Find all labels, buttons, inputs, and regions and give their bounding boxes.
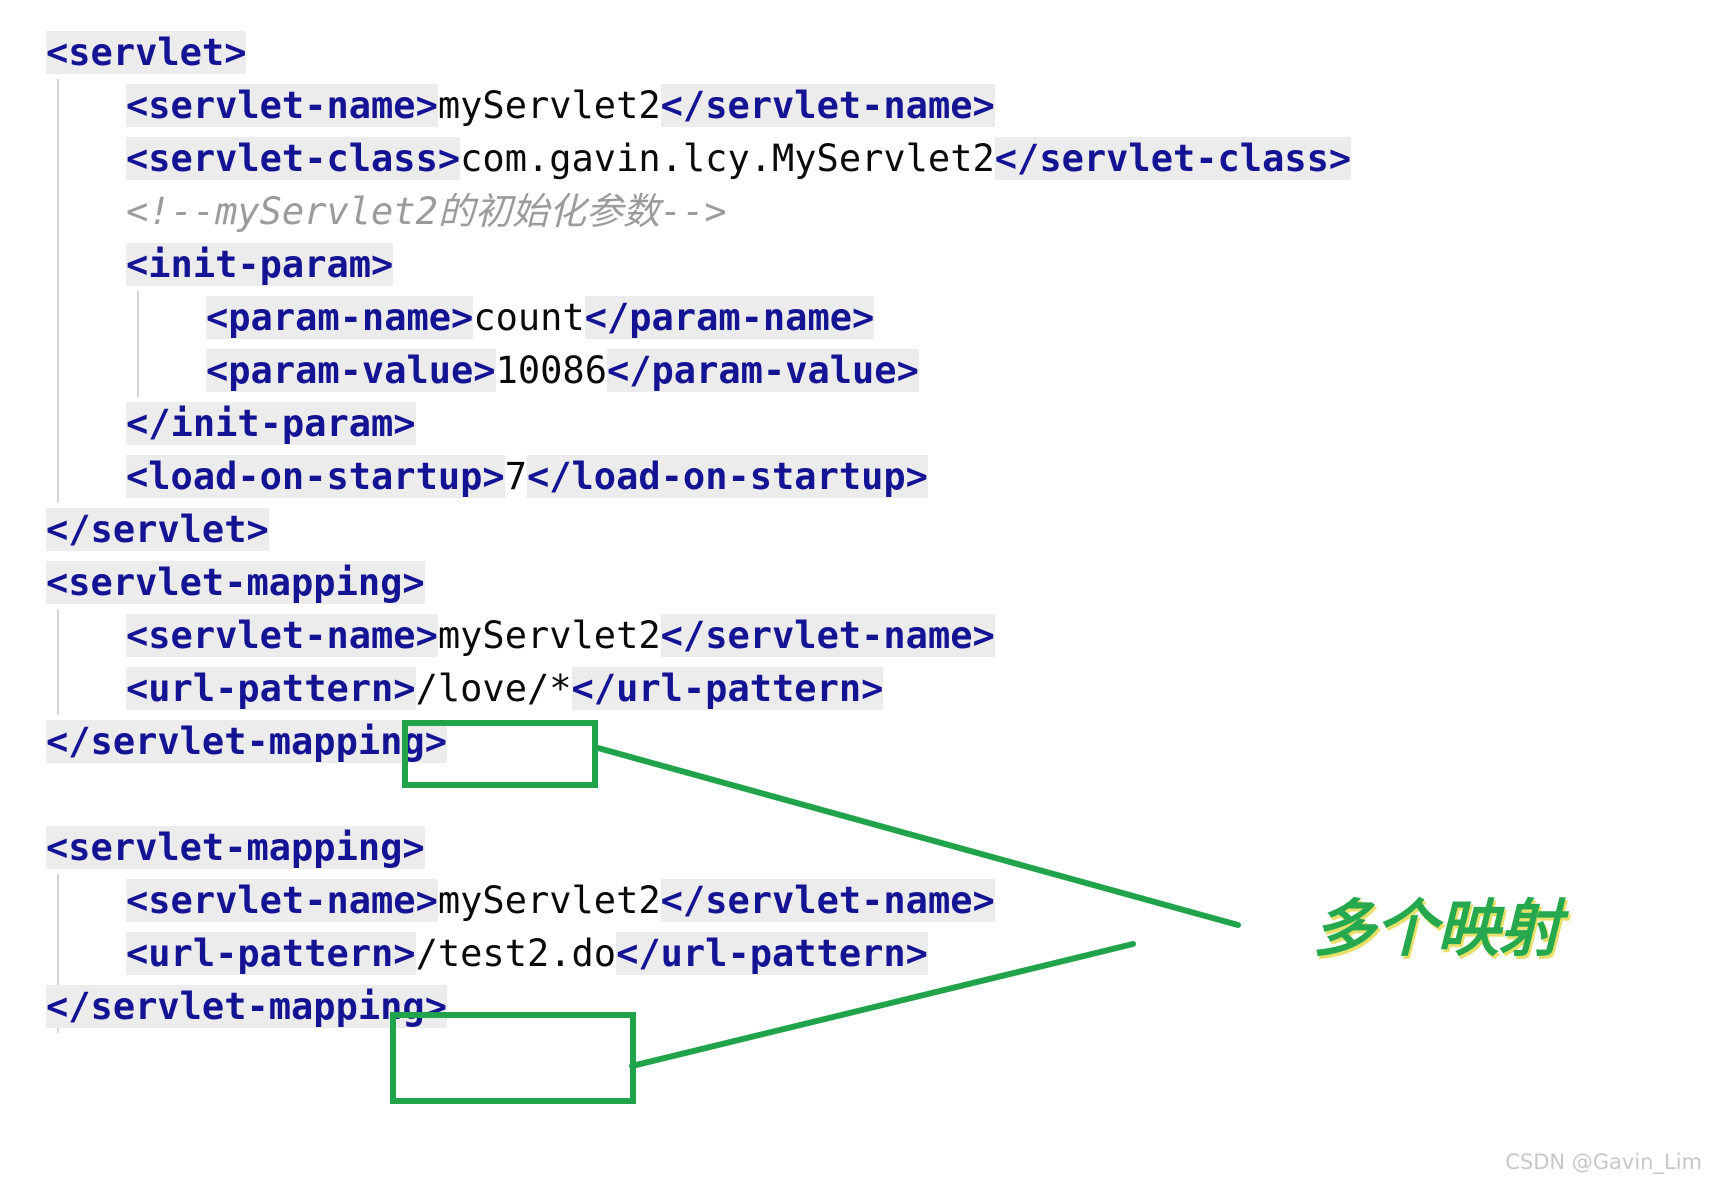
code-line: </servlet>	[46, 503, 269, 556]
code-line: <servlet>	[46, 26, 247, 79]
code-line: <load-on-startup>7</load-on-startup>	[126, 450, 928, 503]
callout-multiple-mappings: 多个映射	[1313, 892, 1562, 965]
code-token-val: myServlet2	[437, 614, 661, 657]
code-token-val: myServlet2	[437, 84, 661, 127]
code-line: <url-pattern>/love/*</url-pattern>	[126, 662, 884, 715]
code-line: <servlet-mapping>	[46, 556, 425, 609]
code-line: <servlet-name>myServlet2</servlet-name>	[126, 874, 995, 927]
code-line: <init-param>	[126, 238, 394, 291]
code-token-val: /love/*	[415, 667, 572, 710]
code-line: <param-value>10086</param-value>	[206, 344, 919, 397]
code-line: <servlet-mapping>	[46, 821, 425, 874]
code-token-comment: <!--myServlet2的初始化参数-->	[126, 190, 727, 233]
code-token-val: com.gavin.lcy.MyServlet2	[460, 137, 995, 180]
code-token-tag: </servlet-mapping>	[46, 720, 447, 763]
code-token-tag: </servlet-name>	[660, 879, 995, 922]
code-token-tag: </url-pattern>	[616, 932, 928, 975]
code-token-tag: </servlet-mapping>	[46, 985, 447, 1028]
code-token-tag: </servlet-class>	[994, 137, 1352, 180]
watermark: CSDN @Gavin_Lim	[1505, 1150, 1702, 1174]
code-token-tag: <servlet-mapping>	[46, 561, 425, 604]
highlight-box-love	[402, 720, 598, 788]
code-token-val: myServlet2	[437, 879, 661, 922]
code-token-tag: </param-value>	[606, 349, 919, 392]
code-line: <url-pattern>/test2.do</url-pattern>	[126, 927, 928, 980]
code-token-tag: </load-on-startup>	[526, 455, 928, 498]
code-token-val: 10086	[495, 349, 607, 392]
code-token-tag: <load-on-startup>	[126, 455, 505, 498]
code-token-tag: <param-name>	[206, 296, 474, 339]
code-line: <servlet-name>myServlet2</servlet-name>	[126, 79, 995, 132]
code-token-tag: </param-name>	[584, 296, 875, 339]
code-token-tag: </servlet-name>	[660, 84, 995, 127]
indent-guide-level-1	[57, 609, 59, 715]
code-token-tag: <init-param>	[126, 243, 394, 286]
code-token-tag: </url-pattern>	[571, 667, 884, 710]
code-line: <servlet-name>myServlet2</servlet-name>	[126, 609, 995, 662]
code-line: </init-param>	[126, 397, 416, 450]
highlight-box-test2	[390, 1012, 636, 1104]
code-token-tag: <servlet-class>	[126, 137, 461, 180]
code-token-tag: <url-pattern>	[126, 667, 416, 710]
code-line: </servlet-mapping>	[46, 715, 447, 768]
code-token-tag: </servlet-name>	[660, 614, 995, 657]
code-token-tag: <servlet-name>	[126, 84, 438, 127]
code-line: </servlet-mapping>	[46, 980, 447, 1033]
code-token-tag: <servlet-name>	[126, 879, 438, 922]
code-line: <!--myServlet2的初始化参数-->	[126, 185, 727, 238]
code-token-tag: <servlet-mapping>	[46, 826, 425, 869]
code-token-tag: <param-value>	[206, 349, 496, 392]
code-token-val: /test2.do	[415, 932, 617, 975]
code-token-tag: </servlet>	[46, 508, 269, 551]
code-token-val: 7	[504, 455, 527, 498]
code-token-val: count	[473, 296, 585, 339]
code-token-tag: </init-param>	[126, 402, 416, 445]
code-token-tag: <url-pattern>	[126, 932, 416, 975]
code-line: <servlet-class>com.gavin.lcy.MyServlet2<…	[126, 132, 1352, 185]
indent-guide-level-1	[57, 79, 59, 503]
code-canvas: <servlet> <servlet-name>myServlet2</servl…	[0, 0, 1720, 1186]
code-line: <param-name>count</param-name>	[206, 291, 875, 344]
code-token-tag: <servlet>	[46, 31, 247, 74]
indent-guide-level-2	[137, 291, 139, 397]
code-token-tag: <servlet-name>	[126, 614, 438, 657]
